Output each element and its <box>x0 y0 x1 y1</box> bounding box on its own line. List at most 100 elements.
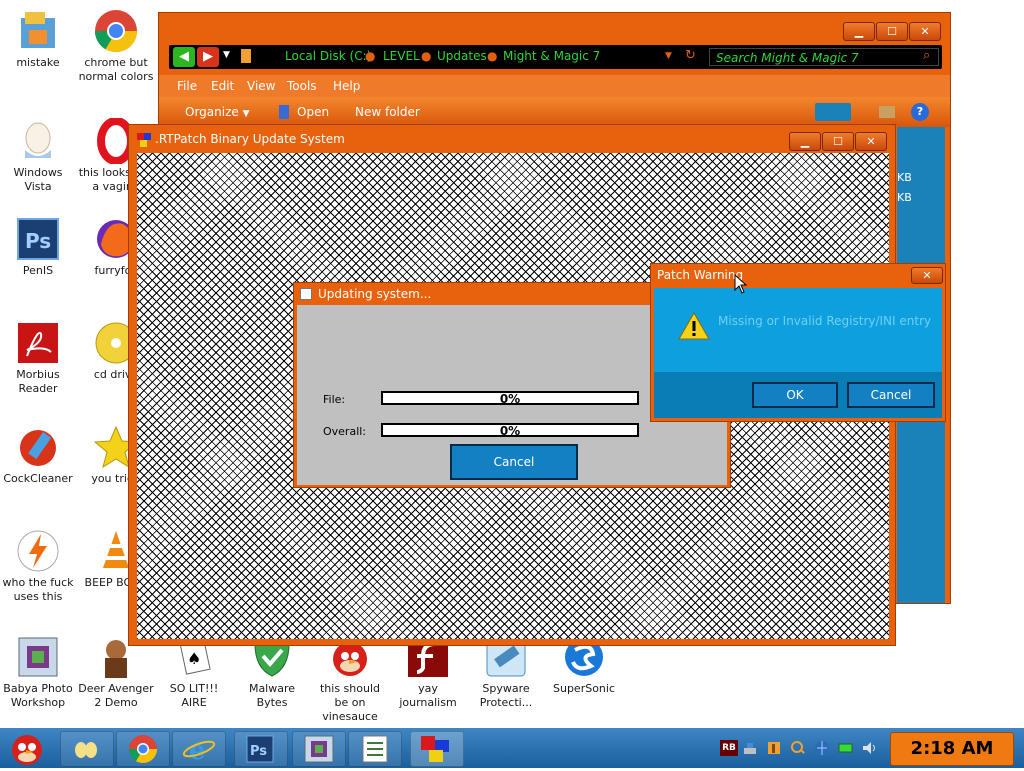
back-arrow-icon: ◀ <box>179 49 189 64</box>
breadcrumb-separator: ● <box>487 49 498 63</box>
address-bar: ◀ ▶ ▼ Local Disk (C:) ● LEVEL ● Updates … <box>169 45 942 69</box>
address-dropdown-icon[interactable]: ▼ <box>665 51 672 61</box>
pdf-reader-icon <box>15 320 61 366</box>
photoshop-icon: Ps <box>15 216 61 262</box>
breadcrumb-separator: ● <box>421 49 432 63</box>
forward-arrow-icon: ▶ <box>203 49 213 64</box>
view-options-button[interactable] <box>815 103 851 121</box>
window-title: .RTPatch Binary Update System <box>155 132 345 146</box>
chrome-icon <box>129 735 157 763</box>
angry-bird-start-icon <box>12 735 42 765</box>
taskbar-photo-workshop[interactable] <box>292 731 346 767</box>
notepad-icon <box>362 735 388 763</box>
search-input[interactable]: Search Might & Magic 7 <box>709 48 939 66</box>
help-icon[interactable]: ? <box>911 103 929 121</box>
folder-icon <box>75 742 97 758</box>
desktop-icon-mistake[interactable]: mistake <box>0 8 76 70</box>
tray-network-icon[interactable] <box>742 740 758 756</box>
warning-message: Missing or Invalid Registry/INI entry <box>718 314 932 328</box>
maximize-button[interactable]: ☐ <box>822 132 854 151</box>
file-progress-bar: 0% <box>381 391 639 406</box>
minimize-button[interactable]: ▁ <box>789 132 821 151</box>
warning-icon <box>678 311 710 343</box>
photo-workshop-icon <box>304 735 334 763</box>
breadcrumb-separator: ● <box>365 49 376 63</box>
photo-workshop-icon <box>15 634 61 680</box>
close-button[interactable]: ✕ <box>909 22 941 41</box>
desktop-icon-windows-vista[interactable]: Windows Vista <box>0 118 76 194</box>
taskbar-chrome[interactable] <box>116 731 170 767</box>
mouse-cursor-icon <box>734 273 748 297</box>
desktop-icon-who-uses-this[interactable]: who the fuck uses this <box>0 528 76 604</box>
desktop-icon-angry-bird[interactable]: this should be on vinesauce <box>312 634 388 724</box>
cancel-button[interactable]: Cancel <box>450 444 578 480</box>
menu-view[interactable]: View <box>247 79 275 93</box>
close-button[interactable]: ✕ <box>855 132 887 151</box>
breadcrumb-might-magic[interactable]: Might & Magic 7 <box>503 49 600 63</box>
refresh-icon[interactable]: ↻ <box>685 48 696 63</box>
taskbar-clock[interactable]: 2:18 AM <box>890 732 1014 766</box>
svg-text:e: e <box>189 736 206 766</box>
menu-edit[interactable]: Edit <box>211 79 234 93</box>
taskbar-internet-explorer[interactable]: e <box>172 731 226 767</box>
breadcrumb-updates[interactable]: Updates <box>437 49 487 63</box>
patch-warning-dialog: Patch Warning ✕ Missing or Invalid Regis… <box>650 263 946 422</box>
ie-icon: e <box>182 736 216 766</box>
preview-pane-icon[interactable] <box>879 106 895 118</box>
breadcrumb-local-disk[interactable]: Local Disk (C:) <box>285 49 371 63</box>
photoshop-icon: Ps <box>246 735 274 763</box>
organize-button[interactable]: Organize ▼ <box>185 105 250 119</box>
menu-tools[interactable]: Tools <box>287 79 317 93</box>
rtpatch-icon <box>421 736 449 762</box>
tray-volume-icon[interactable] <box>862 740 878 756</box>
tray-battery-icon[interactable] <box>838 740 854 756</box>
svg-text:Ps: Ps <box>25 229 51 253</box>
tray-rb-icon[interactable]: RB <box>720 740 738 756</box>
desktop-icon-penis[interactable]: Ps PenIS <box>0 216 76 278</box>
taskbar-rtpatch[interactable] <box>410 731 464 767</box>
desktop-icon-babya-photo-workshop[interactable]: Babya Photo Workshop <box>0 634 76 710</box>
message-area: Missing or Invalid Registry/INI entry <box>654 288 942 372</box>
start-button[interactable] <box>4 728 50 768</box>
tray-search-icon[interactable] <box>790 740 806 756</box>
desktop-icon-morbius-reader[interactable]: Morbius Reader <box>0 320 76 396</box>
dialog-title: Patch Warning <box>657 268 744 282</box>
recent-pages-chevron-icon[interactable]: ▼ <box>223 50 230 60</box>
lightning-icon <box>15 528 61 574</box>
cancel-button[interactable]: Cancel <box>847 382 935 408</box>
tray-hammer-icon[interactable] <box>766 740 782 756</box>
overall-label: Overall: <box>323 425 367 438</box>
tray-globe-icon[interactable] <box>814 740 830 756</box>
search-icon[interactable]: ⌕ <box>923 48 930 63</box>
file-label: File: <box>323 393 346 406</box>
taskbar-explorer[interactable] <box>60 731 114 767</box>
minimize-button[interactable]: ▁ <box>843 22 875 41</box>
svg-text:Ps: Ps <box>250 744 267 759</box>
egg-icon <box>15 118 61 164</box>
dialog-title: Updating system... <box>318 287 432 301</box>
menu-file[interactable]: File <box>177 79 197 93</box>
dialog-icon <box>300 288 312 300</box>
menu-help[interactable]: Help <box>333 79 360 93</box>
maximize-button[interactable]: ☐ <box>876 22 908 41</box>
back-button[interactable]: ◀ <box>173 47 195 67</box>
overall-progress-bar: 0% <box>381 423 639 438</box>
desktop-icon-cockcleaner[interactable]: CockCleaner <box>0 424 76 486</box>
chrome-icon <box>93 8 139 54</box>
breadcrumb-level[interactable]: LEVEL <box>383 49 420 63</box>
file-size: KB <box>897 171 912 184</box>
svg-text:♠: ♠ <box>187 649 201 668</box>
close-button[interactable]: ✕ <box>911 267 943 284</box>
overall-progress-percent: 0% <box>499 424 521 438</box>
file-progress-percent: 0% <box>499 392 521 406</box>
desktop-icon-chrome[interactable]: chrome but normal colors <box>78 8 154 84</box>
new-folder-button[interactable]: New folder <box>355 105 420 119</box>
command-bar: Organize ▼ Open New folder ? <box>159 97 950 127</box>
taskbar-notepad[interactable] <box>348 731 402 767</box>
taskbar-photoshop[interactable]: Ps <box>234 731 288 767</box>
open-button[interactable]: Open <box>297 105 329 119</box>
forward-button[interactable]: ▶ <box>197 47 219 67</box>
ok-button[interactable]: OK <box>752 382 838 408</box>
file-size: KB <box>897 191 912 204</box>
folder-icon <box>15 8 61 54</box>
